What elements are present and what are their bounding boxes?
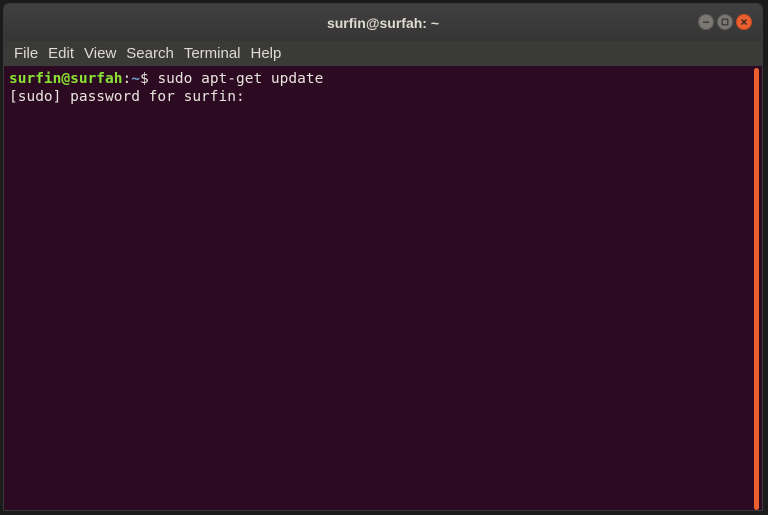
minimize-icon: [703, 21, 709, 23]
command-line: surfin@surfah:~$ sudo apt-get update: [9, 70, 746, 88]
menu-terminal[interactable]: Terminal: [179, 41, 246, 66]
menu-help[interactable]: Help: [246, 41, 287, 66]
maximize-icon: [721, 18, 729, 26]
menu-file[interactable]: File: [9, 41, 43, 66]
terminal-output[interactable]: surfin@surfah:~$ sudo apt-get update [sud…: [4, 66, 751, 510]
output-line: [sudo] password for surfin:: [9, 89, 245, 105]
prompt-user: surfin@surfah: [9, 71, 123, 87]
close-button[interactable]: [736, 14, 752, 30]
prompt-separator: :: [122, 71, 132, 87]
title-bar[interactable]: surfin@surfah: ~: [4, 4, 762, 41]
close-icon: [740, 18, 748, 26]
menu-search[interactable]: Search: [121, 41, 179, 66]
menu-bar: File Edit View Search Terminal Help: [4, 41, 762, 66]
window-controls: [698, 14, 752, 30]
minimize-button[interactable]: [698, 14, 714, 30]
terminal-window: surfin@surfah: ~ File Edit View Search T…: [3, 3, 763, 511]
scrollbar-thumb[interactable]: [754, 68, 759, 510]
menu-view[interactable]: View: [79, 41, 121, 66]
command-text: sudo apt-get update: [157, 71, 324, 87]
prompt-symbol: $: [139, 71, 158, 87]
scrollbar[interactable]: [751, 66, 762, 510]
window-title: surfin@surfah: ~: [326, 15, 440, 31]
maximize-button[interactable]: [717, 14, 733, 30]
prompt-path: ~: [131, 71, 140, 87]
menu-edit[interactable]: Edit: [43, 41, 79, 66]
